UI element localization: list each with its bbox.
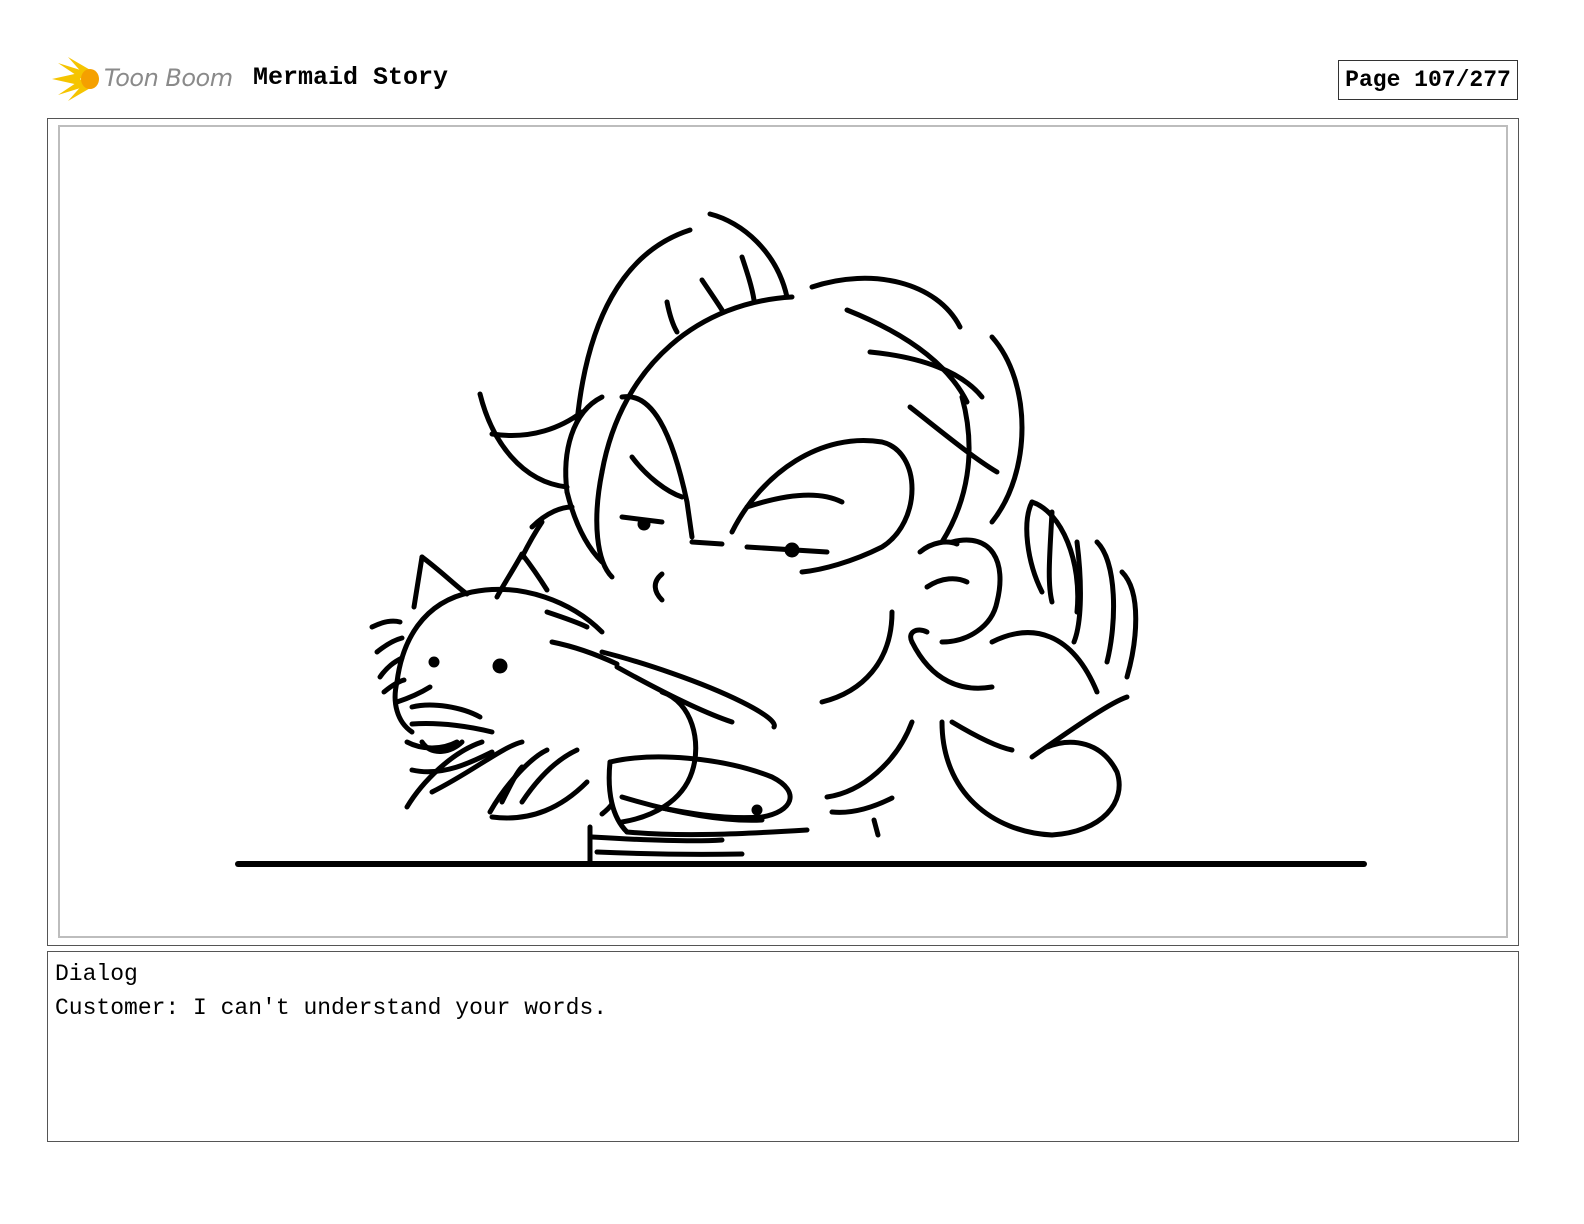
dialog-section: Dialog Customer: I can't understand your… — [47, 951, 1519, 1142]
dialog-heading: Dialog — [55, 961, 138, 987]
project-title: Mermaid Story — [253, 63, 449, 92]
panel-image — [58, 125, 1508, 938]
dialog-text: Customer: I can't understand your words. — [55, 995, 608, 1021]
logo-text: Toon Boom — [104, 64, 233, 92]
page-number: Page 107/277 — [1338, 60, 1518, 100]
storyboard-sketch-icon — [235, 211, 1367, 867]
